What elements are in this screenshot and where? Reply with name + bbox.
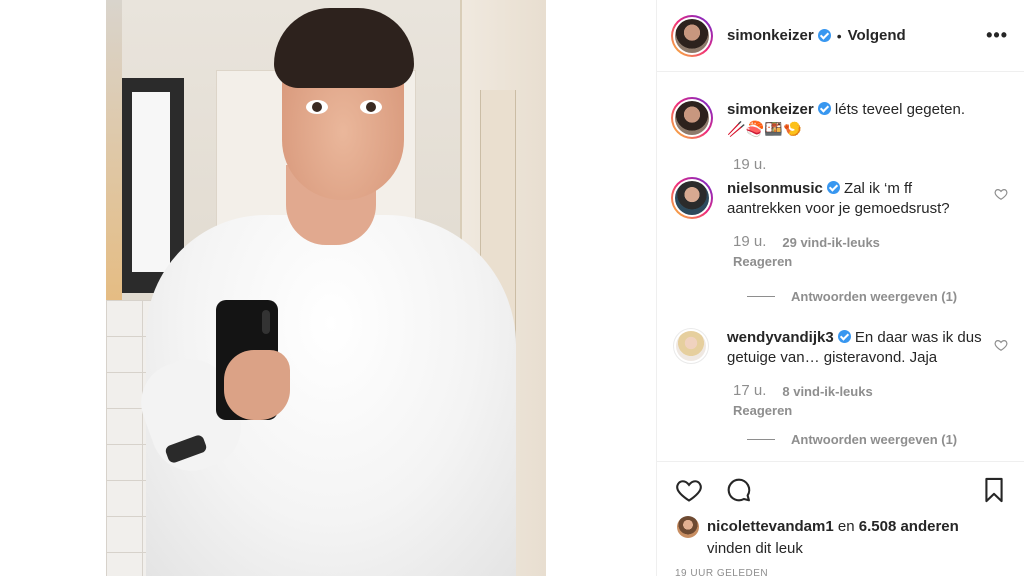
verified-icon — [826, 181, 840, 194]
verified-icon — [817, 29, 831, 42]
photo-backdrop — [0, 0, 656, 576]
caption-avatar[interactable] — [671, 97, 713, 139]
caption-username[interactable]: simonkeizer — [727, 101, 814, 118]
comment-icon[interactable] — [725, 476, 753, 504]
photo-subject-eye-right — [360, 100, 382, 114]
comment-meta: 19 u. 29 vind-ik-leuks — [733, 233, 1008, 250]
verified-icon — [817, 102, 831, 115]
comment-likes[interactable]: 29 vind-ik-leuks — [782, 235, 880, 250]
post-timestamp[interactable]: 19 UUR GELEDEN — [675, 568, 768, 576]
view-replies-label: Antwoorden weergeven (1) — [791, 432, 958, 447]
author-avatar[interactable] — [671, 14, 713, 57]
verified-icon — [837, 330, 851, 343]
post-sidebar: simonkeizer • Volgend ••• simonkeizer lé… — [656, 0, 1024, 576]
comment-time[interactable]: 19 u. — [733, 233, 766, 250]
liker-avatar[interactable] — [677, 516, 699, 538]
view-replies-button[interactable]: Antwoorden weergeven (1) — [747, 432, 1008, 447]
comment-row: wendyvandijk3 En daar was ik dus getuige… — [671, 328, 1008, 368]
post-photo[interactable] — [106, 0, 546, 576]
separator-dot: • — [836, 27, 842, 44]
comment-username[interactable]: wendyvandijk3 — [727, 329, 834, 346]
caption-row: simonkeizer léts teveel gegeten. 🥢🍣🍱🍤 — [671, 97, 1008, 140]
photo-subject-hair — [274, 8, 414, 88]
comment-like-icon[interactable] — [994, 187, 1008, 201]
action-bar — [657, 461, 1024, 519]
view-replies-button[interactable]: Antwoorden weergeven (1) — [747, 289, 1008, 304]
more-options-icon[interactable]: ••• — [986, 25, 1008, 46]
photo-subject-eye-left — [306, 100, 328, 114]
caption-meta: 19 u. — [733, 156, 1008, 173]
comment-row: nielsonmusic Zal ik ‘m ff aantrekken voo… — [671, 177, 1008, 219]
reply-button[interactable]: Reageren — [733, 403, 1008, 418]
comment-likes[interactable]: 8 vind-ik-leuks — [782, 384, 872, 399]
view-replies-line — [747, 439, 775, 440]
bookmark-icon[interactable] — [980, 476, 1008, 504]
comments-list: simonkeizer léts teveel gegeten. 🥢🍣🍱🍤 19… — [657, 73, 1024, 461]
comment-time[interactable]: 17 u. — [733, 382, 766, 399]
likes-suffix: vinden dit leuk — [707, 540, 803, 557]
likes-text: nicolettevandam1 en 6.508 anderen vinden… — [707, 516, 959, 560]
likes-count[interactable]: 6.508 anderen — [859, 518, 959, 535]
post-header: simonkeizer • Volgend ••• — [657, 0, 1024, 72]
comment-meta: 17 u. 8 vind-ik-leuks — [733, 382, 1008, 399]
view-replies-line — [747, 296, 775, 297]
commenter-avatar[interactable] — [673, 328, 709, 364]
liker-username[interactable]: nicolettevandam1 — [707, 518, 834, 535]
reply-button[interactable]: Reageren — [733, 254, 1008, 269]
author-username[interactable]: simonkeizer — [727, 27, 814, 44]
commenter-avatar[interactable] — [671, 177, 713, 219]
photo-subject-hand — [224, 350, 290, 420]
caption-time[interactable]: 19 u. — [733, 156, 766, 173]
comment-username[interactable]: nielsonmusic — [727, 180, 823, 197]
likes-and: en — [837, 518, 855, 535]
likes-summary: nicolettevandam1 en 6.508 anderen vinden… — [677, 516, 1008, 560]
follow-button[interactable]: Volgend — [848, 27, 906, 44]
view-replies-label: Antwoorden weergeven (1) — [791, 289, 958, 304]
comment-like-icon[interactable] — [994, 338, 1008, 352]
heart-icon[interactable] — [675, 476, 703, 504]
